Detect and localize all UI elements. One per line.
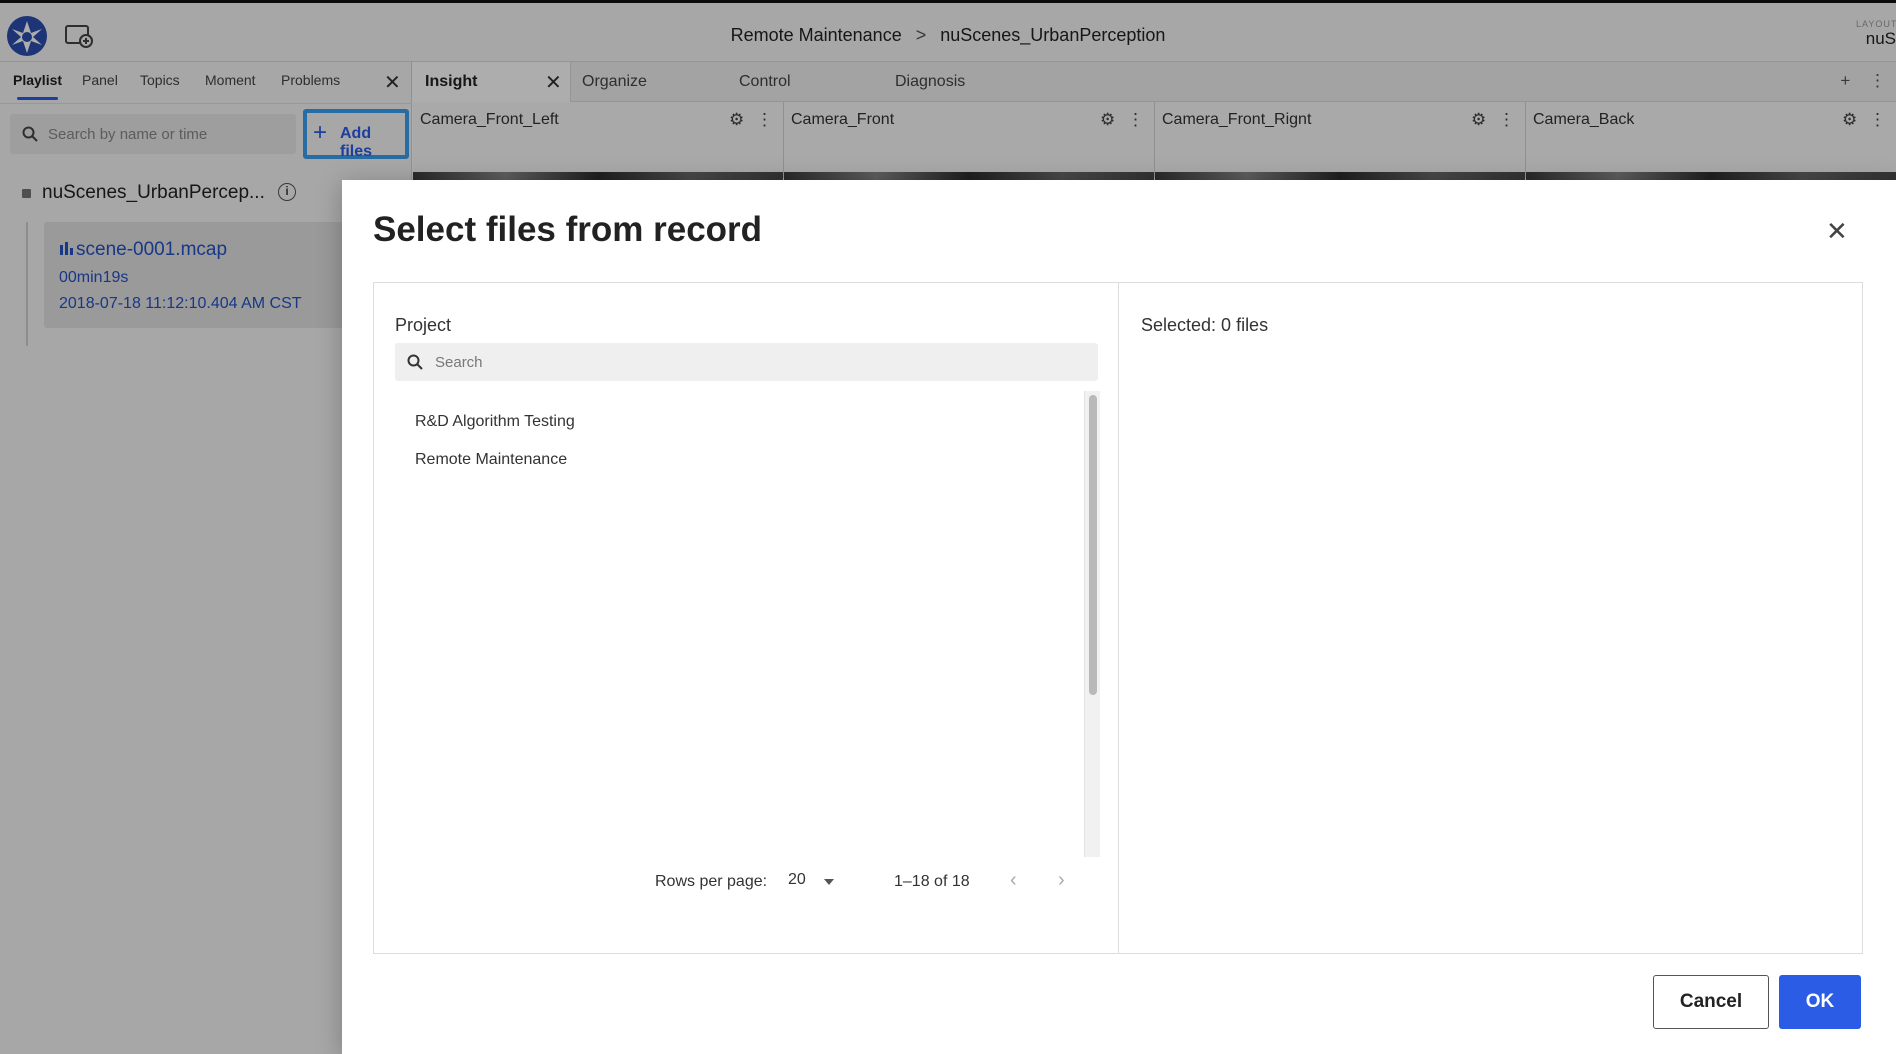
chevron-left-icon[interactable]: ‹ [1010, 869, 1017, 892]
cancel-button[interactable]: Cancel [1653, 975, 1769, 1029]
selected-count: Selected: 0 files [1141, 315, 1269, 335]
rows-per-page-value: 20 [788, 871, 806, 888]
ok-button[interactable]: OK [1779, 975, 1861, 1029]
chevron-right-icon[interactable]: › [1058, 869, 1065, 892]
select-files-dialog: Select files from record ✕ Project R&D A… [342, 180, 1896, 1054]
project-label: Project [395, 315, 452, 335]
project-item[interactable]: Remote Maintenance [415, 451, 567, 469]
project-search [395, 343, 1098, 381]
search-icon [407, 354, 423, 370]
caret-down-icon [824, 879, 834, 885]
rows-per-page-label: Rows per page: [655, 873, 768, 890]
selected-pane: Selected: 0 files [1120, 283, 1862, 953]
dialog-body: Project R&D Algorithm Testing Remote Mai… [373, 282, 1863, 954]
close-icon[interactable]: ✕ [1826, 216, 1848, 247]
page-range: 1–18 of 18 [894, 873, 970, 890]
project-pane: Project R&D Algorithm Testing Remote Mai… [374, 283, 1119, 953]
project-list-scrollbar[interactable] [1084, 391, 1100, 857]
project-item[interactable]: R&D Algorithm Testing [415, 413, 575, 431]
scrollbar-thumb[interactable] [1089, 395, 1097, 695]
project-search-input[interactable] [435, 343, 1075, 381]
rows-per-page-select[interactable]: 20 [788, 871, 840, 895]
dialog-title: Select files from record [373, 210, 763, 249]
project-list: R&D Algorithm Testing Remote Maintenance [395, 391, 1085, 857]
